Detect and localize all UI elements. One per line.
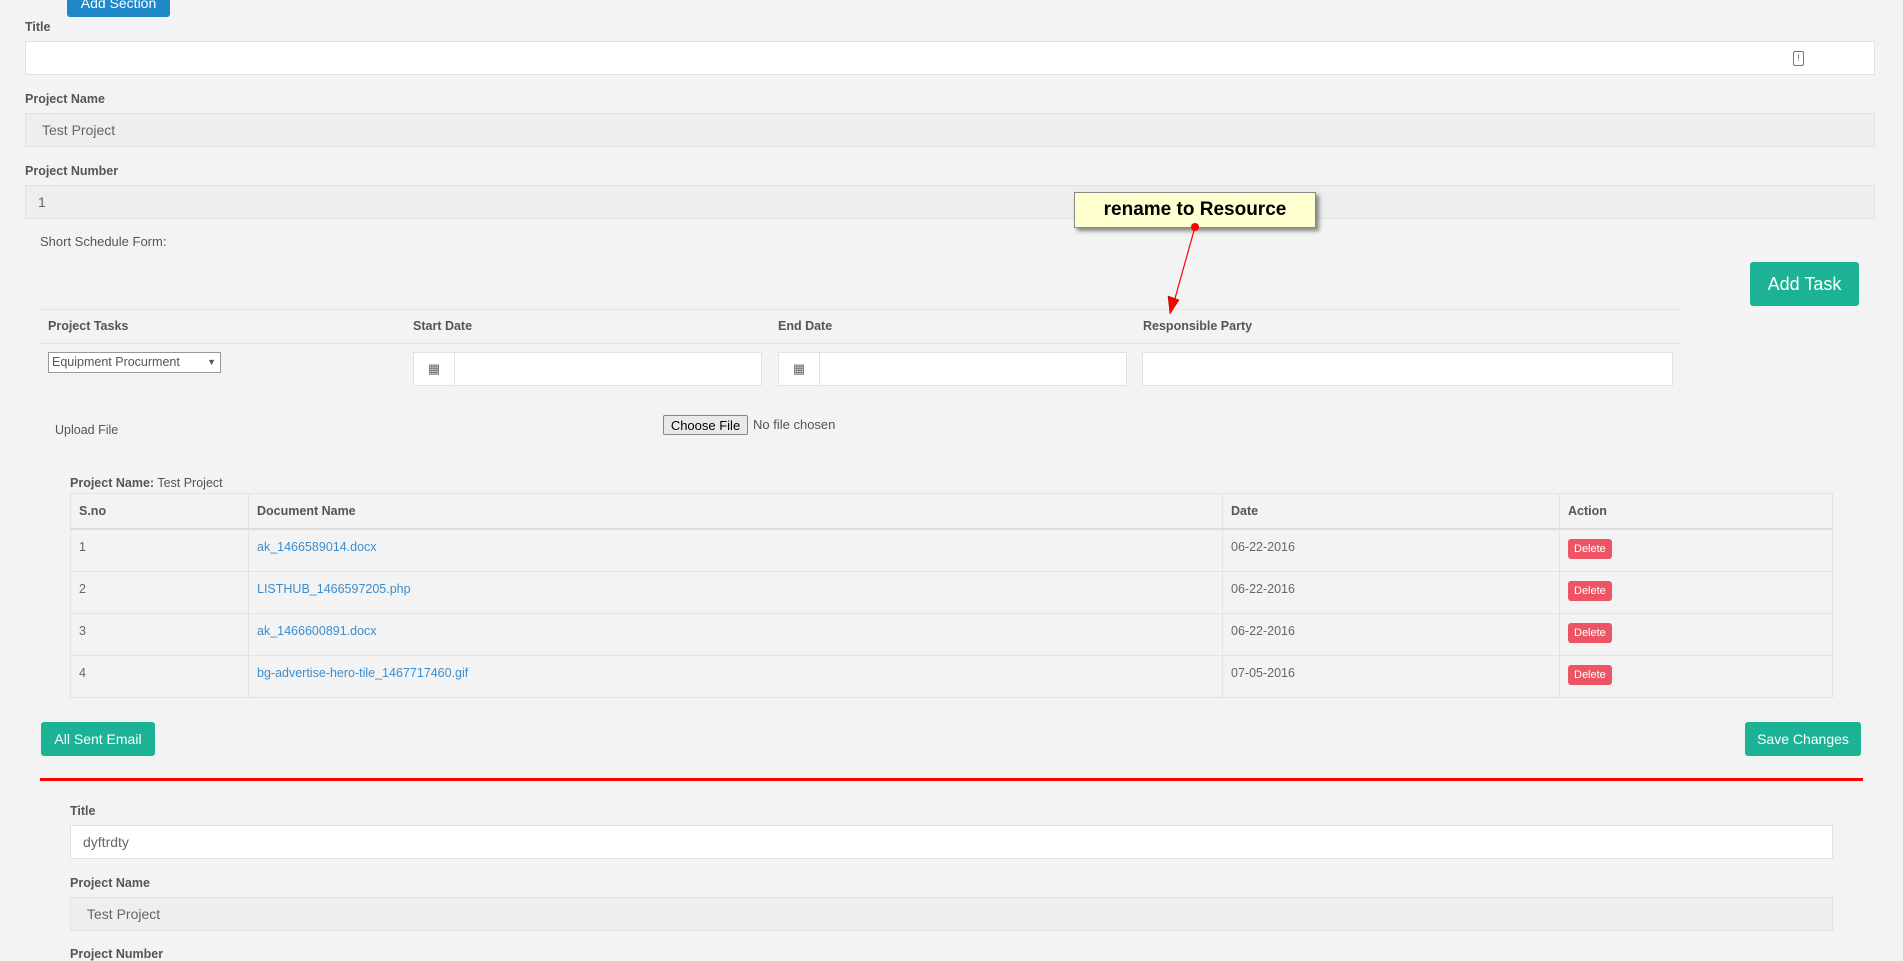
password-manager-icon[interactable]: !: [1793, 51, 1804, 66]
cell-action: Delete: [1559, 654, 1833, 698]
delete-button[interactable]: Delete: [1568, 580, 1612, 601]
col-sno: S.no: [70, 493, 249, 530]
project-name-input[interactable]: Test Project: [25, 113, 1875, 147]
cell-action: Delete: [1559, 612, 1833, 656]
task-table-top-border: [40, 309, 1680, 310]
cell-sno: 2: [70, 570, 249, 614]
cell-document-name: ak_1466600891.docx: [248, 612, 1223, 656]
cell-document-name: bg-advertise-hero-tile_1467717460.gif: [248, 654, 1223, 698]
cell-document-name: ak_1466589014.docx: [248, 528, 1223, 572]
project-name-label: Project Name: [25, 92, 105, 106]
add-task-button[interactable]: Add Task: [1750, 262, 1859, 306]
title-input-2[interactable]: dyftrdty: [70, 825, 1833, 859]
header-project-tasks: Project Tasks: [48, 319, 129, 333]
delete-button[interactable]: Delete: [1568, 664, 1612, 685]
no-file-chosen-text: No file chosen: [753, 417, 836, 432]
choose-file-button[interactable]: Choose File: [663, 415, 748, 435]
project-number-label: Project Number: [25, 164, 119, 178]
project-task-select-value: Equipment Procurment: [52, 355, 180, 369]
all-sent-email-button[interactable]: All Sent Email: [41, 722, 155, 756]
cell-date: 06-22-2016: [1222, 570, 1560, 614]
documents-project-value: Test Project: [157, 476, 223, 490]
save-changes-button[interactable]: Save Changes: [1745, 722, 1861, 756]
annotation-arrow: [1167, 223, 1199, 315]
project-number-input[interactable]: 1: [25, 185, 1875, 219]
documents-project-name: Project Name: Test Project: [70, 476, 223, 490]
chevron-down-icon: ▼: [207, 357, 216, 367]
end-date-input[interactable]: ▦: [778, 352, 1127, 386]
cell-sno: 4: [70, 654, 249, 698]
task-table-header-border: [40, 343, 1680, 344]
table-row: 2 LISTHUB_1466597205.php 06-22-2016 Dele…: [70, 570, 1833, 614]
document-link[interactable]: LISTHUB_1466597205.php: [257, 582, 411, 596]
document-link[interactable]: ak_1466589014.docx: [257, 540, 377, 554]
header-start-date: Start Date: [413, 319, 473, 333]
documents-table: S.no Document Name Date Action 1 ak_1466…: [70, 493, 1833, 698]
delete-button[interactable]: Delete: [1568, 539, 1612, 559]
header-responsible-party: Responsible Party: [1143, 319, 1253, 333]
project-name-label-2: Project Name: [70, 876, 150, 890]
col-action: Action: [1559, 493, 1833, 530]
table-row: 4 bg-advertise-hero-tile_1467717460.gif …: [70, 654, 1833, 698]
calendar-icon[interactable]: ▦: [779, 353, 820, 385]
cell-date: 06-22-2016: [1222, 612, 1560, 656]
document-link[interactable]: bg-advertise-hero-tile_1467717460.gif: [257, 666, 468, 680]
col-date: Date: [1222, 493, 1560, 530]
table-header-row: S.no Document Name Date Action: [70, 493, 1833, 530]
project-number-label-2: Project Number: [70, 947, 164, 961]
responsible-party-input[interactable]: [1142, 352, 1673, 386]
col-document-name: Document Name: [248, 493, 1223, 530]
section-divider: [40, 778, 1863, 781]
start-date-input[interactable]: ▦: [413, 352, 762, 386]
document-link[interactable]: ak_1466600891.docx: [257, 624, 377, 638]
table-row: 3 ak_1466600891.docx 06-22-2016 Delete: [70, 612, 1833, 656]
title-label: Title: [25, 20, 51, 34]
delete-button[interactable]: Delete: [1568, 622, 1612, 643]
title-label-2: Title: [70, 804, 96, 818]
title-input[interactable]: !: [25, 41, 1875, 75]
project-task-select[interactable]: Equipment Procurment ▼: [48, 352, 221, 373]
documents-project-label: Project Name:: [70, 476, 155, 490]
upload-file-label: Upload File: [55, 423, 119, 437]
header-end-date: End Date: [778, 319, 833, 333]
cell-document-name: LISTHUB_1466597205.php: [248, 570, 1223, 614]
cell-date: 06-22-2016: [1222, 528, 1560, 572]
cell-action: Delete: [1559, 528, 1833, 572]
short-schedule-label: Short Schedule Form:: [40, 234, 167, 249]
table-row: 1 ak_1466589014.docx 06-22-2016 Delete: [70, 528, 1833, 572]
cell-sno: 3: [70, 612, 249, 656]
project-name-input-2[interactable]: Test Project: [70, 897, 1833, 931]
add-section-button[interactable]: Add Section: [67, 0, 170, 17]
cell-date: 07-05-2016: [1222, 654, 1560, 698]
cell-sno: 1: [70, 528, 249, 572]
calendar-icon[interactable]: ▦: [414, 353, 455, 385]
cell-action: Delete: [1559, 570, 1833, 614]
